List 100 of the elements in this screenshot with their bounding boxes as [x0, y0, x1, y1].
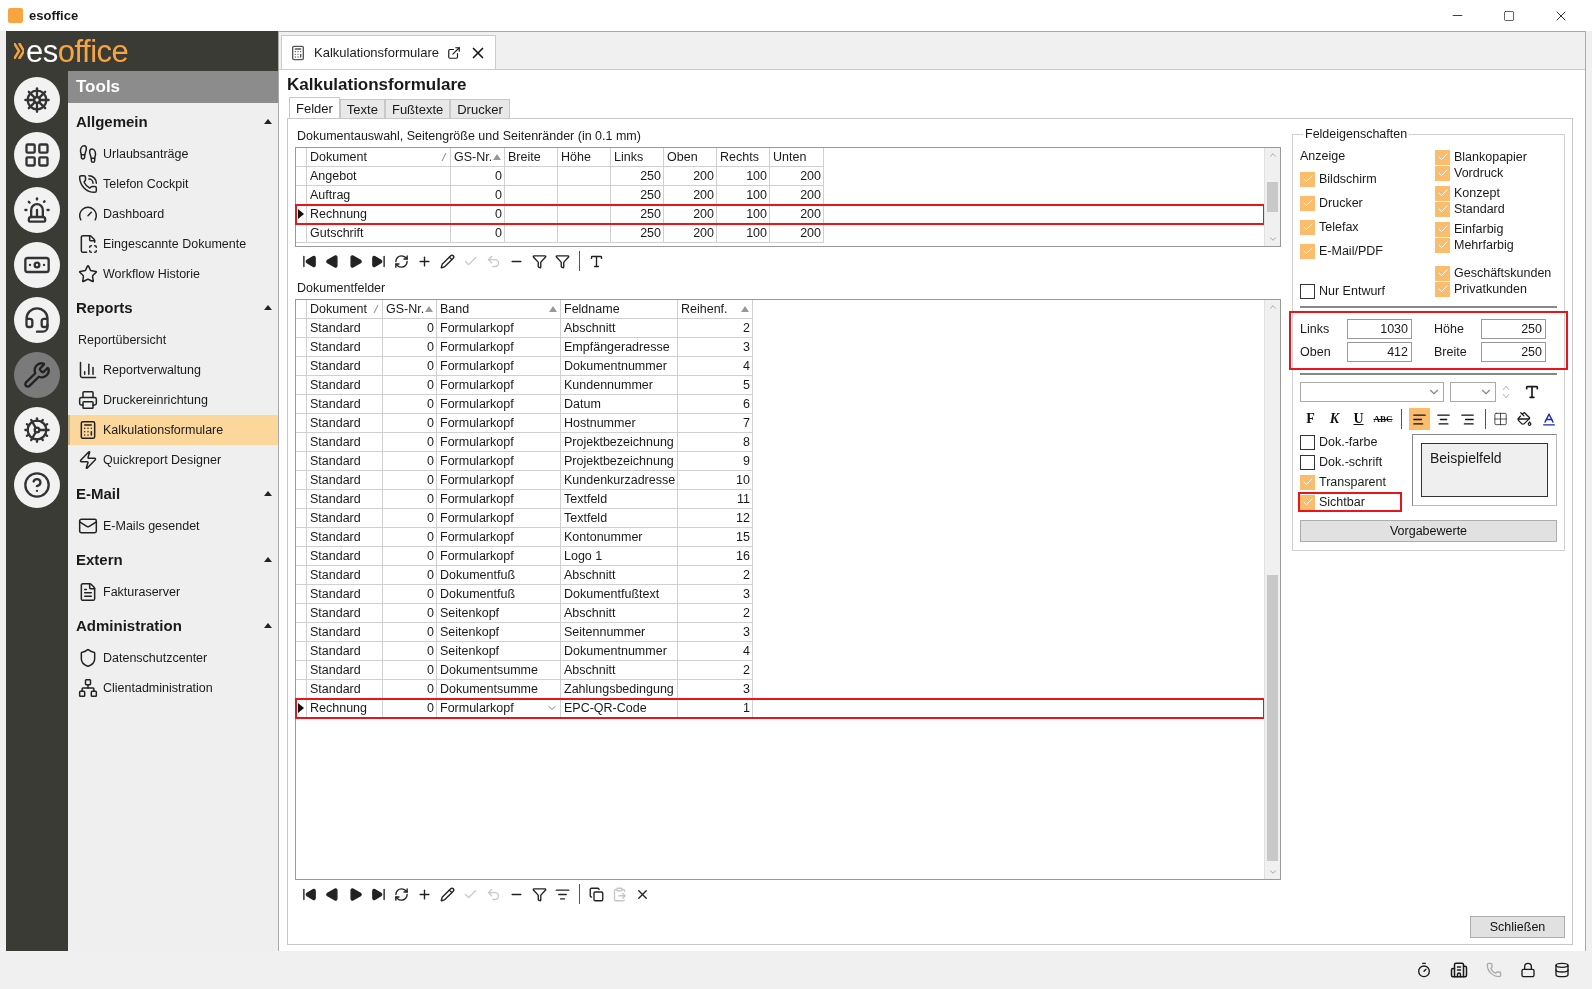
number-field[interactable]: 250 — [1481, 342, 1546, 362]
skip-to-first-icon[interactable] — [302, 886, 317, 902]
section-title[interactable]: Reports — [76, 298, 133, 316]
column-header[interactable]: Oben — [664, 148, 717, 167]
sidebar-item[interactable]: E-Mails gesendet — [68, 511, 278, 541]
column-header[interactable]: Links — [611, 148, 664, 167]
pencil-icon[interactable] — [440, 253, 455, 269]
plus-icon[interactable] — [417, 886, 432, 902]
column-header[interactable]: Breite — [505, 148, 558, 167]
skip-to-first-icon[interactable] — [302, 253, 317, 269]
number-field[interactable]: 1030 — [1347, 319, 1412, 339]
collapse-icon[interactable] — [264, 490, 272, 496]
sidebar-item[interactable]: Fakturaserver — [68, 577, 278, 607]
sidebar-item[interactable]: Reportübersicht — [68, 325, 278, 355]
sidebar-item[interactable]: Datenschutzcenter — [68, 643, 278, 673]
scrollbar-thumb[interactable] — [1267, 575, 1278, 861]
table-cell: 200 — [664, 224, 717, 243]
format-button[interactable]: K — [1324, 408, 1345, 430]
section-title[interactable]: Extern — [76, 550, 123, 568]
column-header[interactable]: Höhe — [558, 148, 611, 167]
previous-icon[interactable] — [325, 886, 340, 902]
skip-to-last-icon[interactable] — [371, 886, 386, 902]
nav-button[interactable] — [14, 407, 60, 453]
nav-button[interactable] — [14, 132, 60, 178]
next-icon[interactable] — [348, 253, 363, 269]
maximize-icon[interactable] — [1503, 9, 1515, 22]
align-left-button[interactable] — [1408, 408, 1430, 430]
tab[interactable]: Fußtexte — [384, 99, 451, 118]
section-title[interactable]: Allgemein — [76, 112, 148, 130]
sidebar-item[interactable]: Workflow Historie — [68, 259, 278, 289]
copy-icon[interactable] — [589, 886, 604, 902]
collapse-icon[interactable] — [264, 304, 272, 310]
nav-button[interactable] — [14, 242, 60, 288]
number-field[interactable]: 250 — [1481, 319, 1546, 339]
collapse-icon[interactable] — [264, 118, 272, 124]
format-button[interactable]: U — [1348, 408, 1369, 430]
scrollbar[interactable] — [1264, 300, 1280, 879]
checkbox[interactable] — [1300, 434, 1315, 450]
column-header[interactable]: GS-Nr. — [383, 300, 437, 319]
nav-button[interactable] — [14, 297, 60, 343]
timer-icon[interactable] — [1416, 962, 1432, 978]
format-button[interactable]: F — [1300, 408, 1321, 430]
number-field[interactable]: 412 — [1347, 342, 1412, 362]
section-title[interactable]: E-Mail — [76, 484, 121, 502]
building-icon[interactable] — [1450, 961, 1468, 979]
sidebar-item[interactable]: Druckereinrichtung — [68, 385, 278, 415]
sidebar-item[interactable]: Urlaubsanträge — [68, 139, 278, 169]
sidebar-item[interactable]: Quickreport Designer — [68, 445, 278, 475]
column-grip-icon[interactable] — [373, 304, 379, 314]
collapse-icon[interactable] — [264, 556, 272, 562]
column-header[interactable]: Unten — [770, 148, 824, 167]
column-grip-icon[interactable] — [441, 152, 447, 162]
column-header[interactable]: Dokument — [307, 148, 451, 167]
sidebar-item[interactable]: Eingescannte Dokumente — [68, 229, 278, 259]
plus-icon[interactable] — [417, 253, 432, 269]
nav-button[interactable] — [14, 187, 60, 233]
tab[interactable]: Texte — [339, 99, 385, 118]
column-header[interactable]: Reihenf. — [678, 300, 753, 319]
font-icon[interactable] — [1524, 384, 1540, 400]
fill-color-icon[interactable] — [1516, 411, 1532, 427]
column-header[interactable]: Dokument — [307, 300, 383, 319]
checkbox[interactable] — [1300, 454, 1315, 470]
next-icon[interactable] — [348, 886, 363, 902]
font-icon[interactable] — [589, 253, 604, 269]
close-button[interactable]: Schließen — [1470, 916, 1565, 938]
column-header[interactable]: Rechts — [717, 148, 770, 167]
refresh-icon[interactable] — [394, 886, 409, 902]
checkbox[interactable] — [1300, 283, 1315, 299]
pencil-icon[interactable] — [440, 886, 455, 902]
filter-list-icon[interactable] — [555, 886, 570, 902]
section-title[interactable]: Administration — [76, 616, 182, 634]
format-button[interactable]: ABC — [1372, 408, 1394, 430]
sidebar-item[interactable]: Reportverwaltung — [68, 355, 278, 385]
column-header[interactable]: Feldname — [561, 300, 678, 319]
defaults-button[interactable]: Vorgabewerte — [1300, 520, 1557, 542]
sidebar-item[interactable]: Kalkulationsformulare — [68, 415, 278, 445]
filter-icon[interactable] — [555, 253, 570, 269]
nav-button[interactable] — [14, 462, 60, 508]
sidebar-item[interactable]: Clientadministration — [68, 673, 278, 703]
lock-icon[interactable] — [1520, 962, 1536, 978]
column-header[interactable]: GS-Nr. — [451, 148, 505, 167]
border-icon[interactable] — [1492, 411, 1508, 427]
scrollbar-thumb[interactable] — [1267, 182, 1278, 212]
pop-out-icon[interactable] — [447, 45, 461, 60]
sidebar-item[interactable]: Dashboard — [68, 199, 278, 229]
collapse-icon[interactable] — [264, 622, 272, 628]
filter-icon[interactable] — [532, 886, 547, 902]
table-cell: 8 — [678, 433, 753, 452]
nav-button[interactable] — [14, 77, 60, 123]
tab[interactable]: Felder — [289, 97, 340, 118]
tab[interactable]: Drucker — [450, 99, 510, 118]
scrollbar[interactable] — [1264, 148, 1280, 246]
column-header[interactable]: Band — [437, 300, 561, 319]
previous-icon[interactable] — [325, 253, 340, 269]
filter-icon[interactable] — [532, 253, 547, 269]
database-icon[interactable] — [1554, 962, 1570, 978]
refresh-icon[interactable] — [394, 253, 409, 269]
document-tab[interactable]: Kalkulationsformulare — [281, 35, 496, 69]
sidebar-item[interactable]: Telefon Cockpit — [68, 169, 278, 199]
skip-to-last-icon[interactable] — [371, 253, 386, 269]
